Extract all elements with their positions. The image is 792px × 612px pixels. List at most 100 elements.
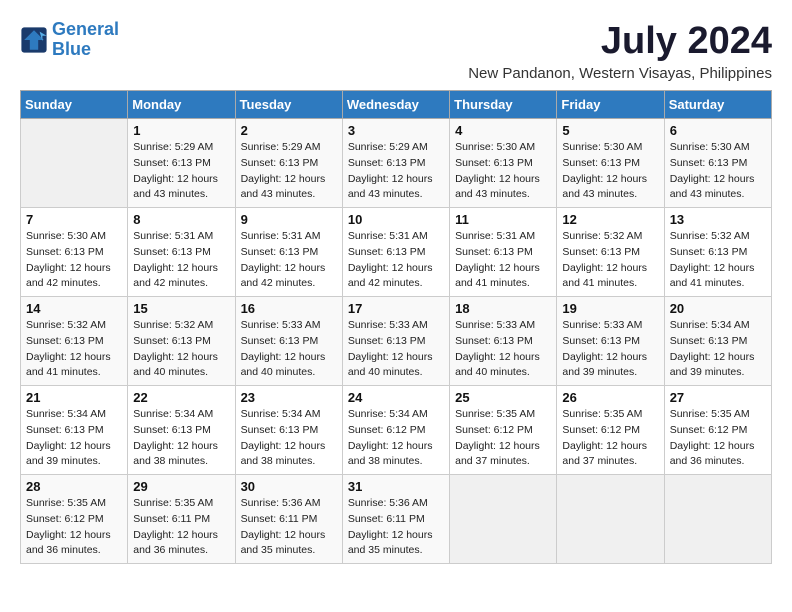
calendar-cell: 23 Sunrise: 5:34 AMSunset: 6:13 PMDayligh… [235, 386, 342, 475]
day-number: 16 [241, 301, 337, 316]
calendar-table: SundayMondayTuesdayWednesdayThursdayFrid… [20, 90, 772, 564]
calendar-cell [450, 475, 557, 564]
day-info: Sunrise: 5:35 AMSunset: 6:11 PMDaylight:… [133, 496, 229, 559]
day-info: Sunrise: 5:31 AMSunset: 6:13 PMDaylight:… [241, 229, 337, 292]
logo: General Blue [20, 20, 119, 60]
calendar-cell: 18Sunrise: 5:33 AMSunset: 6:13 PMDayligh… [450, 297, 557, 386]
day-number: 22 [133, 390, 229, 405]
day-number: 15 [133, 301, 229, 316]
day-info: Sunrise: 5:32 AMSunset: 6:13 PMDaylight:… [670, 229, 766, 292]
calendar-cell: 24 Sunrise: 5:34 AMSunset: 6:12 PMDayligh… [342, 386, 449, 475]
day-number: 5 [562, 123, 658, 138]
day-number: 11 [455, 212, 551, 227]
calendar-cell: 31 Sunrise: 5:36 AMSunset: 6:11 PMDayligh… [342, 475, 449, 564]
calendar-cell: 5Sunrise: 5:30 AMSunset: 6:13 PMDaylight… [557, 119, 664, 208]
calendar-cell: 7 Sunrise: 5:30 AMSunset: 6:13 PMDaylight… [21, 208, 128, 297]
day-info: Sunrise: 5:29 AMSunset: 6:13 PMDaylight:… [133, 140, 229, 203]
day-number: 3 [348, 123, 444, 138]
calendar-cell: 10 Sunrise: 5:31 AMSunset: 6:13 PMDayligh… [342, 208, 449, 297]
calendar-cell: 25 Sunrise: 5:35 AMSunset: 6:12 PMDayligh… [450, 386, 557, 475]
col-header-wednesday: Wednesday [342, 91, 449, 119]
calendar-cell: 13 Sunrise: 5:32 AMSunset: 6:13 PMDayligh… [664, 208, 771, 297]
calendar-cell: 20 Sunrise: 5:34 AMSunset: 6:13 PMDayligh… [664, 297, 771, 386]
calendar-cell: 22Sunrise: 5:34 AMSunset: 6:13 PMDayligh… [128, 386, 235, 475]
day-number: 9 [241, 212, 337, 227]
logo-text: General Blue [52, 20, 119, 60]
day-number: 29 [133, 479, 229, 494]
day-number: 6 [670, 123, 766, 138]
day-info: Sunrise: 5:29 AMSunset: 6:13 PMDaylight:… [241, 140, 337, 203]
day-info: Sunrise: 5:34 AMSunset: 6:13 PMDaylight:… [26, 407, 122, 470]
location-title: New Pandanon, Western Visayas, Philippin… [468, 65, 772, 82]
calendar-cell: 29 Sunrise: 5:35 AMSunset: 6:11 PMDayligh… [128, 475, 235, 564]
day-info: Sunrise: 5:34 AMSunset: 6:13 PMDaylight:… [670, 318, 766, 381]
col-header-tuesday: Tuesday [235, 91, 342, 119]
calendar-cell: 6 Sunrise: 5:30 AMSunset: 6:13 PMDaylight… [664, 119, 771, 208]
day-info: Sunrise: 5:36 AMSunset: 6:11 PMDaylight:… [348, 496, 444, 559]
day-number: 10 [348, 212, 444, 227]
col-header-monday: Monday [128, 91, 235, 119]
day-number: 2 [241, 123, 337, 138]
col-header-sunday: Sunday [21, 91, 128, 119]
calendar-cell: 19 Sunrise: 5:33 AMSunset: 6:13 PMDayligh… [557, 297, 664, 386]
calendar-cell: 3 Sunrise: 5:29 AMSunset: 6:13 PMDaylight… [342, 119, 449, 208]
calendar-cell: 4Sunrise: 5:30 AMSunset: 6:13 PMDaylight… [450, 119, 557, 208]
day-number: 28 [26, 479, 122, 494]
calendar-cell: 11 Sunrise: 5:31 AMSunset: 6:13 PMDayligh… [450, 208, 557, 297]
day-info: Sunrise: 5:34 AMSunset: 6:13 PMDaylight:… [241, 407, 337, 470]
day-info: Sunrise: 5:33 AMSunset: 6:13 PMDaylight:… [562, 318, 658, 381]
calendar-cell: 26Sunrise: 5:35 AMSunset: 6:12 PMDayligh… [557, 386, 664, 475]
day-info: Sunrise: 5:35 AMSunset: 6:12 PMDaylight:… [26, 496, 122, 559]
day-number: 7 [26, 212, 122, 227]
calendar-cell: 1 Sunrise: 5:29 AMSunset: 6:13 PMDaylight… [128, 119, 235, 208]
day-info: Sunrise: 5:31 AMSunset: 6:13 PMDaylight:… [348, 229, 444, 292]
col-header-friday: Friday [557, 91, 664, 119]
logo-line1: General [52, 19, 119, 39]
calendar-cell: 17Sunrise: 5:33 AMSunset: 6:13 PMDayligh… [342, 297, 449, 386]
calendar-cell [664, 475, 771, 564]
day-number: 8 [133, 212, 229, 227]
month-title: July 2024 [468, 20, 772, 63]
day-number: 31 [348, 479, 444, 494]
day-number: 24 [348, 390, 444, 405]
day-number: 1 [133, 123, 229, 138]
day-number: 18 [455, 301, 551, 316]
day-info: Sunrise: 5:32 AMSunset: 6:13 PMDaylight:… [562, 229, 658, 292]
calendar-cell: 9 Sunrise: 5:31 AMSunset: 6:13 PMDaylight… [235, 208, 342, 297]
calendar-cell: 8 Sunrise: 5:31 AMSunset: 6:13 PMDaylight… [128, 208, 235, 297]
day-number: 20 [670, 301, 766, 316]
day-info: Sunrise: 5:30 AMSunset: 6:13 PMDaylight:… [26, 229, 122, 292]
day-number: 17 [348, 301, 444, 316]
calendar-cell: 30Sunrise: 5:36 AMSunset: 6:11 PMDayligh… [235, 475, 342, 564]
calendar-cell [557, 475, 664, 564]
day-info: Sunrise: 5:30 AMSunset: 6:13 PMDaylight:… [670, 140, 766, 203]
day-info: Sunrise: 5:30 AMSunset: 6:13 PMDaylight:… [455, 140, 551, 203]
day-number: 12 [562, 212, 658, 227]
day-info: Sunrise: 5:31 AMSunset: 6:13 PMDaylight:… [455, 229, 551, 292]
calendar-cell: 27 Sunrise: 5:35 AMSunset: 6:12 PMDayligh… [664, 386, 771, 475]
day-number: 27 [670, 390, 766, 405]
calendar-cell: 28 Sunrise: 5:35 AMSunset: 6:12 PMDayligh… [21, 475, 128, 564]
day-number: 23 [241, 390, 337, 405]
day-number: 13 [670, 212, 766, 227]
calendar-cell [21, 119, 128, 208]
col-header-saturday: Saturday [664, 91, 771, 119]
col-header-thursday: Thursday [450, 91, 557, 119]
calendar-cell: 14 Sunrise: 5:32 AMSunset: 6:13 PMDayligh… [21, 297, 128, 386]
day-info: Sunrise: 5:32 AMSunset: 6:13 PMDaylight:… [26, 318, 122, 381]
logo-line2: Blue [52, 39, 91, 59]
day-info: Sunrise: 5:35 AMSunset: 6:12 PMDaylight:… [670, 407, 766, 470]
day-number: 25 [455, 390, 551, 405]
logo-icon [20, 26, 48, 54]
day-number: 19 [562, 301, 658, 316]
title-block: July 2024 New Pandanon, Western Visayas,… [468, 20, 772, 82]
day-info: Sunrise: 5:31 AMSunset: 6:13 PMDaylight:… [133, 229, 229, 292]
calendar-cell: 15Sunrise: 5:32 AMSunset: 6:13 PMDayligh… [128, 297, 235, 386]
day-info: Sunrise: 5:34 AMSunset: 6:12 PMDaylight:… [348, 407, 444, 470]
calendar-cell: 12 Sunrise: 5:32 AMSunset: 6:13 PMDayligh… [557, 208, 664, 297]
day-info: Sunrise: 5:35 AMSunset: 6:12 PMDaylight:… [562, 407, 658, 470]
day-info: Sunrise: 5:29 AMSunset: 6:13 PMDaylight:… [348, 140, 444, 203]
day-number: 14 [26, 301, 122, 316]
day-number: 30 [241, 479, 337, 494]
day-info: Sunrise: 5:35 AMSunset: 6:12 PMDaylight:… [455, 407, 551, 470]
